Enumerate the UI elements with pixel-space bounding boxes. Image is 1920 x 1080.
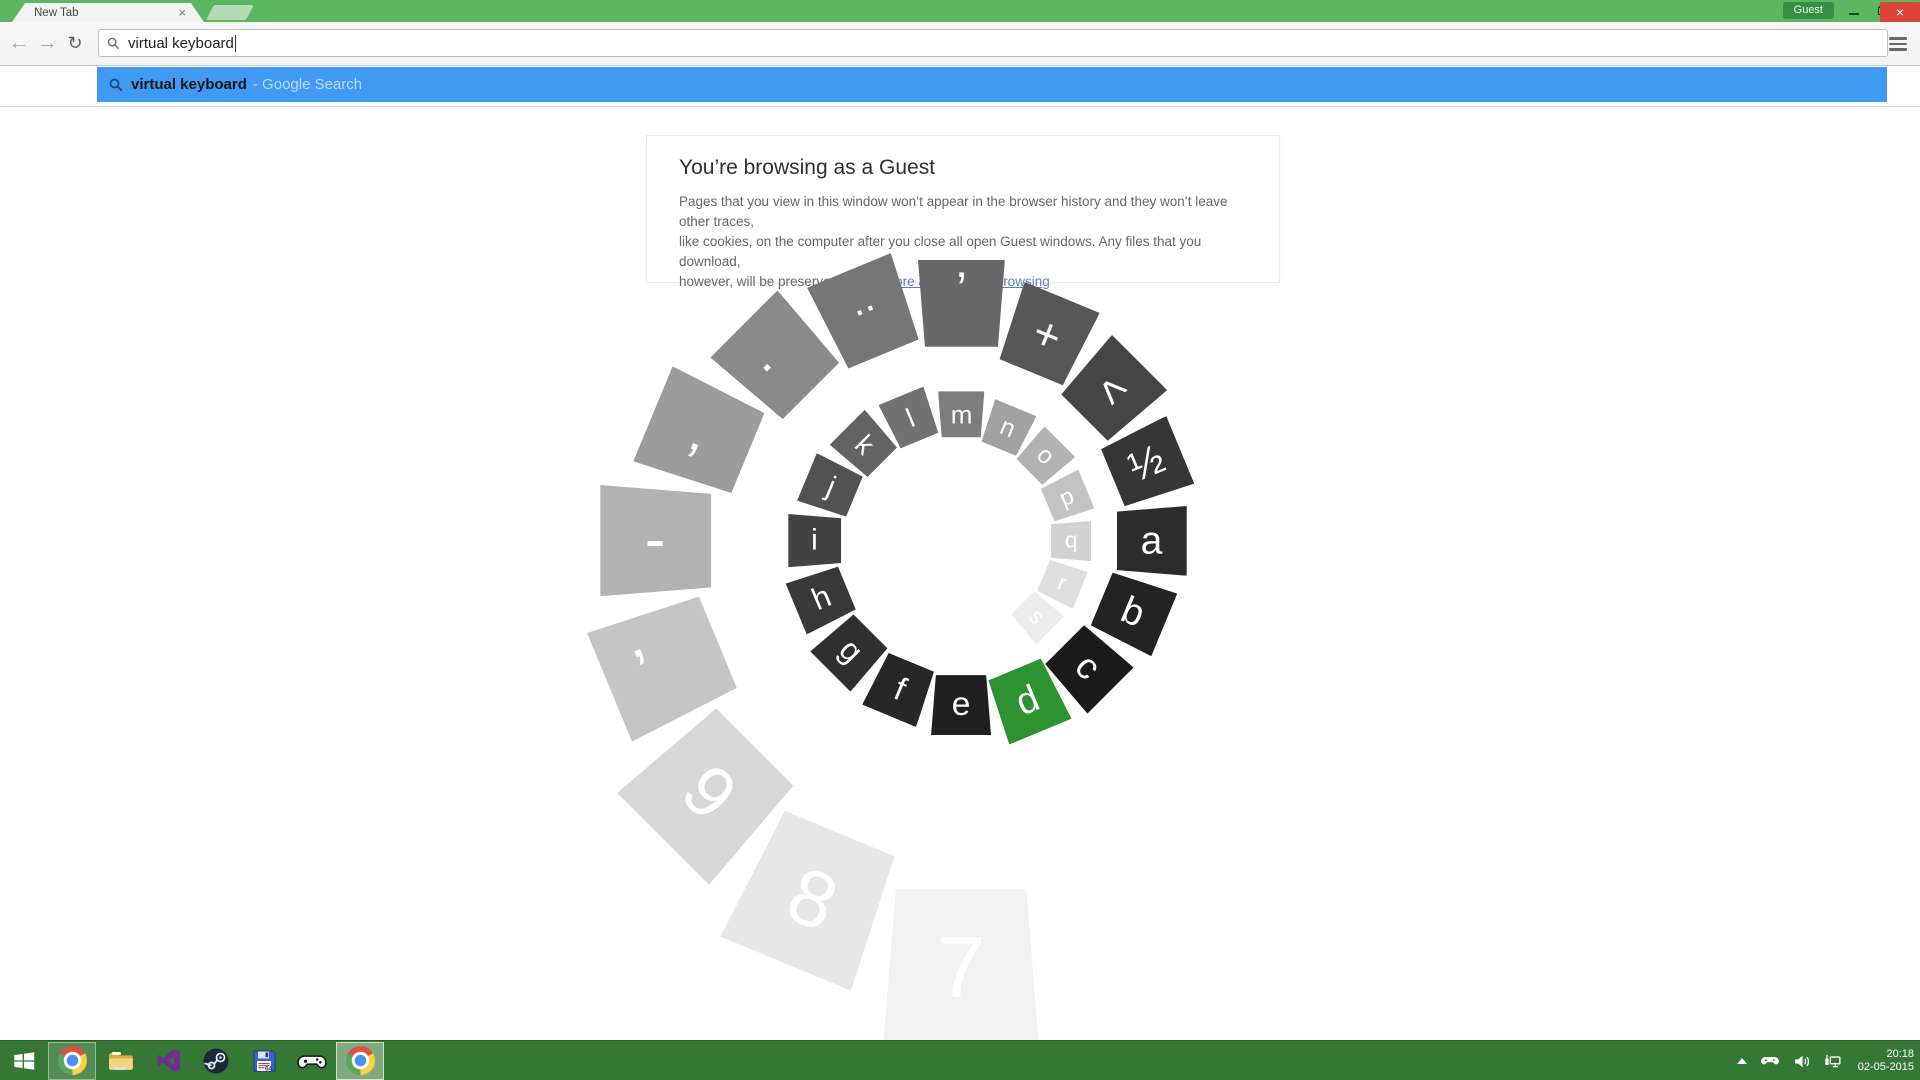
key-label: ½ xyxy=(1123,439,1170,490)
chrome-icon xyxy=(346,1046,375,1075)
system-tray: 20:18 02-05-2015 xyxy=(1737,1041,1914,1080)
key-label: d xyxy=(1010,679,1044,722)
key-e[interactable]: e xyxy=(931,675,991,735)
windows-logo-icon xyxy=(11,1048,37,1074)
key-label: b xyxy=(1116,591,1150,634)
taskbar-item-file-explorer[interactable] xyxy=(96,1042,144,1080)
chrome-icon xyxy=(58,1046,87,1075)
key-label: - xyxy=(646,510,667,572)
omnibox-dropdown: virtual keyboard - Google Search xyxy=(0,67,1920,107)
key-label: e xyxy=(952,688,971,722)
key-label: s xyxy=(1025,605,1048,628)
key-q[interactable]: q xyxy=(1051,521,1091,561)
key-label: 9 xyxy=(669,753,749,833)
key-label: r xyxy=(1054,571,1069,594)
key-label: q xyxy=(1065,530,1078,553)
key-label: < xyxy=(1088,365,1137,414)
key-label: p xyxy=(1057,484,1078,511)
taskbar-item-floppy-64[interactable]: 64 xyxy=(240,1042,288,1080)
key-label: c xyxy=(1068,648,1107,687)
taskbar-clock[interactable]: 20:18 02-05-2015 xyxy=(1858,1048,1914,1074)
clock-date: 02-05-2015 xyxy=(1858,1061,1914,1074)
suggestion-suffix: - Google Search xyxy=(253,76,362,93)
network-icon[interactable] xyxy=(1823,1052,1841,1070)
key-label: h xyxy=(808,581,836,616)
taskbar-item-chrome[interactable] xyxy=(48,1042,96,1080)
taskbar-item-chrome-active[interactable] xyxy=(336,1042,384,1080)
gamepad-icon xyxy=(297,1046,327,1076)
clock-time: 20:18 xyxy=(1858,1048,1914,1061)
floppy-disk-icon: 64 xyxy=(250,1047,278,1075)
folder-icon xyxy=(106,1047,134,1075)
taskbar-item-steam[interactable] xyxy=(192,1042,240,1080)
key-label: l xyxy=(902,404,918,431)
key-label: i xyxy=(812,526,819,556)
suggestion-row[interactable]: virtual keyboard - Google Search xyxy=(97,67,1887,102)
svg-text:64: 64 xyxy=(265,1065,273,1072)
key-label: 7 xyxy=(937,924,985,1011)
key-label: 8 xyxy=(777,854,848,944)
key-label: g xyxy=(833,634,868,669)
key-label: , xyxy=(682,403,719,462)
key-m[interactable]: m xyxy=(938,391,984,437)
key-i[interactable]: i xyxy=(788,514,841,567)
key-label: j xyxy=(822,473,839,502)
radial-virtual-keyboard: srqponmlkjihgfedcba½<+’...,-’987 xyxy=(0,0,1920,1040)
key-label: .. xyxy=(842,275,879,322)
tray-gamepad-icon[interactable] xyxy=(1760,1054,1780,1069)
key-label: f xyxy=(889,672,910,706)
key-a[interactable]: a xyxy=(1117,506,1187,576)
taskbar: 64 xyxy=(0,1040,1920,1080)
visual-studio-icon xyxy=(155,1047,182,1074)
key-label: ’ xyxy=(627,638,666,704)
key--[interactable]: - xyxy=(600,485,711,596)
key-label: o xyxy=(1032,443,1059,470)
suggestion-query: virtual keyboard xyxy=(131,76,247,93)
key-label: + xyxy=(1025,309,1067,361)
taskbar-item-visual-studio[interactable] xyxy=(144,1042,192,1080)
search-icon xyxy=(109,78,123,92)
key-7[interactable]: 7 xyxy=(883,889,1039,1045)
key-label: ’ xyxy=(956,265,967,314)
screen: New Tab × Guest × ← → ↻ virtual keyboard xyxy=(0,0,1920,1080)
key-label: n xyxy=(996,414,1018,442)
key-label: m xyxy=(950,401,972,427)
key-label: a xyxy=(1141,521,1163,560)
key-label: k xyxy=(850,430,879,459)
hidden-icons-arrow-icon[interactable] xyxy=(1737,1058,1747,1064)
steam-icon xyxy=(202,1047,230,1075)
taskbar-item-gamepad[interactable] xyxy=(288,1042,336,1080)
volume-icon[interactable] xyxy=(1793,1053,1810,1070)
key-label: . xyxy=(753,333,801,381)
key-’[interactable]: ’ xyxy=(918,260,1005,347)
start-button[interactable] xyxy=(0,1042,48,1080)
